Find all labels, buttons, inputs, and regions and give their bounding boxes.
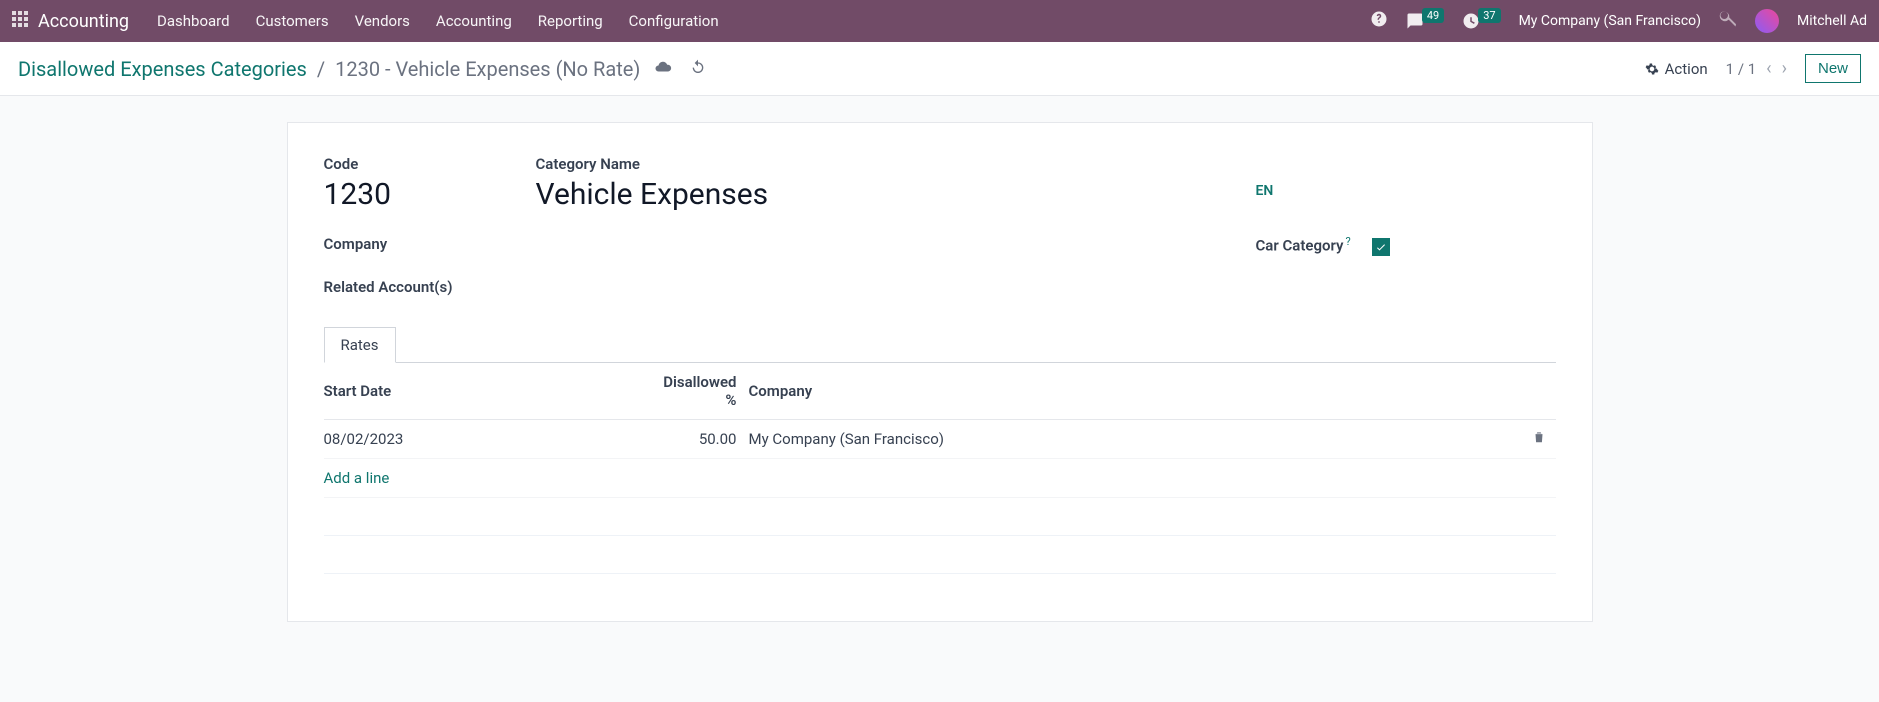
discard-icon[interactable]: [690, 59, 706, 79]
activities-button[interactable]: 37: [1462, 12, 1500, 30]
tabs: Rates Start Date Disallowed % Company 08…: [324, 326, 1556, 574]
activities-badge: 37: [1478, 8, 1500, 23]
pager-next[interactable]: ›: [1782, 58, 1787, 79]
car-category-label: Car Category: [1256, 237, 1344, 255]
topbar-right: 49 37 My Company (San Francisco) Mitchel…: [1370, 9, 1867, 33]
menu-dashboard[interactable]: Dashboard: [157, 12, 230, 30]
breadcrumb-separator: /: [317, 57, 325, 81]
cloud-unsaved-icon[interactable]: [654, 58, 672, 80]
controlbar: Disallowed Expenses Categories / 1230 - …: [0, 42, 1879, 96]
language-selector[interactable]: EN: [1256, 183, 1556, 199]
debug-icon[interactable]: [1719, 10, 1737, 32]
pager-text: 1 / 1: [1726, 60, 1757, 78]
rates-table: Start Date Disallowed % Company 08/02/20…: [324, 363, 1556, 574]
messages-badge: 49: [1422, 8, 1444, 23]
form-sheet: Code 1230 Category Name Vehicle Expenses…: [287, 122, 1593, 622]
car-category-checkbox[interactable]: [1372, 238, 1390, 256]
topbar: Accounting Dashboard Customers Vendors A…: [0, 0, 1879, 42]
messages-button[interactable]: 49: [1406, 12, 1444, 30]
menu-accounting[interactable]: Accounting: [436, 12, 512, 30]
add-line-row[interactable]: Add a line: [324, 458, 1556, 497]
code-value[interactable]: 1230: [324, 177, 536, 213]
check-icon: [1375, 241, 1387, 253]
category-name-field: Category Name Vehicle Expenses: [536, 155, 1256, 213]
car-category-field: Car Category?: [1256, 235, 1556, 256]
delete-row-icon[interactable]: [1532, 430, 1546, 448]
breadcrumb-root[interactable]: Disallowed Expenses Categories: [18, 57, 307, 81]
code-label: Code: [324, 155, 536, 173]
category-name-label: Category Name: [536, 155, 1256, 173]
main-menu: Dashboard Customers Vendors Accounting R…: [157, 12, 719, 30]
new-button[interactable]: New: [1805, 54, 1861, 83]
col-disallowed-pct: Disallowed %: [654, 363, 749, 420]
menu-configuration[interactable]: Configuration: [629, 12, 719, 30]
avatar[interactable]: [1755, 9, 1779, 33]
gear-icon: [1645, 62, 1659, 76]
add-line-link[interactable]: Add a line: [324, 469, 390, 487]
action-label: Action: [1665, 60, 1708, 78]
cell-company: My Company (San Francisco): [749, 419, 1516, 458]
tab-rates[interactable]: Rates: [324, 327, 396, 363]
app-name[interactable]: Accounting: [38, 11, 129, 32]
col-company: Company: [749, 363, 1516, 420]
menu-vendors[interactable]: Vendors: [355, 12, 410, 30]
menu-reporting[interactable]: Reporting: [538, 12, 603, 30]
code-field: Code 1230: [324, 155, 536, 213]
related-accounts-label: Related Account(s): [324, 278, 536, 296]
company-selector[interactable]: My Company (San Francisco): [1519, 13, 1701, 29]
table-row[interactable]: 08/02/2023 50.00 My Company (San Francis…: [324, 419, 1556, 458]
action-button[interactable]: Action: [1645, 60, 1708, 78]
company-label: Company: [324, 235, 536, 253]
col-start-date: Start Date: [324, 363, 654, 420]
support-icon[interactable]: [1370, 10, 1388, 32]
menu-customers[interactable]: Customers: [256, 12, 329, 30]
pager: 1 / 1 ‹ ›: [1726, 58, 1787, 79]
user-name[interactable]: Mitchell Ad: [1797, 13, 1867, 29]
category-name-value[interactable]: Vehicle Expenses: [536, 177, 1256, 213]
cell-start-date: 08/02/2023: [324, 419, 654, 458]
pager-prev[interactable]: ‹: [1766, 58, 1771, 79]
cell-disallowed-pct: 50.00: [654, 419, 749, 458]
apps-icon[interactable]: [12, 11, 28, 31]
breadcrumb-current: 1230 - Vehicle Expenses (No Rate): [335, 57, 640, 81]
breadcrumb: Disallowed Expenses Categories / 1230 - …: [18, 57, 640, 81]
help-icon[interactable]: ?: [1345, 235, 1350, 248]
